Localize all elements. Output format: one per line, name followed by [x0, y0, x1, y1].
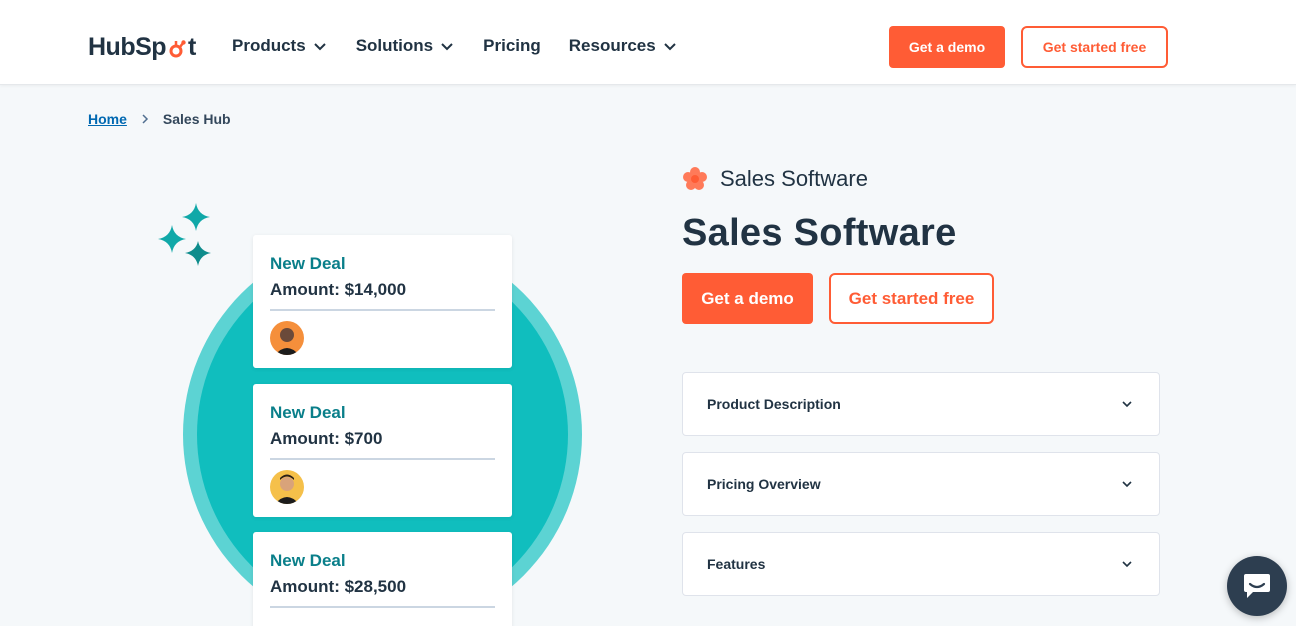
header-get-demo-button[interactable]: Get a demo	[889, 26, 1005, 68]
avatar	[270, 321, 304, 355]
chevron-down-icon	[313, 43, 326, 51]
chat-bubble-icon	[1244, 574, 1270, 598]
get-demo-button[interactable]: Get a demo	[682, 273, 813, 324]
accordion-label: Features	[707, 556, 766, 572]
accordion-pricing-overview[interactable]: Pricing Overview	[682, 452, 1160, 516]
accordion-label: Product Description	[707, 396, 841, 412]
chevron-down-icon	[1122, 401, 1132, 408]
breadcrumb: Home Sales Hub	[88, 111, 231, 127]
breadcrumb-home-link[interactable]: Home	[88, 111, 127, 127]
deal-card: New Deal Amount: $14,000	[253, 235, 512, 368]
deal-amount: Amount: $700	[270, 429, 495, 460]
chevron-down-icon	[1122, 561, 1132, 568]
chevron-down-icon	[1122, 481, 1132, 488]
nav-label: Products	[232, 36, 306, 55]
accordion-features[interactable]: Features	[682, 532, 1160, 596]
nav-item-pricing[interactable]: Pricing	[483, 36, 541, 56]
nav-item-solutions[interactable]: Solutions	[356, 36, 455, 56]
breadcrumb-current: Sales Hub	[162, 111, 231, 127]
main-nav: Products Solutions Pricing Resources	[232, 36, 678, 56]
accordion-label: Pricing Overview	[707, 476, 821, 492]
deal-title: New Deal	[270, 254, 346, 273]
avatar	[270, 470, 304, 504]
sprocket-icon	[167, 37, 187, 58]
sparkle-icon	[158, 203, 211, 266]
deal-card: New Deal Amount: $28,500	[253, 532, 512, 626]
nav-label: Pricing	[483, 36, 541, 55]
chat-launcher-button[interactable]	[1227, 556, 1287, 616]
chevron-down-icon	[663, 43, 676, 51]
deal-title: New Deal	[270, 551, 346, 570]
get-started-free-button[interactable]: Get started free	[829, 273, 994, 324]
site-header: HubSp t Products Solutions Pricing Resou…	[0, 0, 1296, 85]
logo-text-end: t	[188, 32, 196, 61]
product-eyebrow: Sales Software	[682, 166, 868, 192]
eyebrow-label: Sales Software	[720, 166, 868, 191]
header-get-started-free-button[interactable]: Get started free	[1021, 26, 1168, 68]
deal-title: New Deal	[270, 403, 346, 422]
nav-item-products[interactable]: Products	[232, 36, 328, 56]
sales-hub-flower-icon	[683, 167, 707, 190]
deals-illustration: New Deal Amount: $14,000 New Deal Amount…	[150, 185, 610, 626]
nav-label: Resources	[568, 36, 656, 55]
deal-amount: Amount: $14,000	[270, 280, 495, 311]
deal-card: New Deal Amount: $700	[253, 384, 512, 517]
chevron-right-icon	[142, 114, 148, 124]
page-title: Sales Software	[682, 212, 957, 254]
deal-amount: Amount: $28,500	[270, 577, 495, 608]
accordion-product-description[interactable]: Product Description	[682, 372, 1160, 436]
nav-label: Solutions	[355, 36, 434, 55]
hubspot-logo[interactable]: HubSp t	[88, 31, 196, 63]
nav-item-resources[interactable]: Resources	[569, 36, 678, 56]
logo-text-start: HubSp	[88, 32, 167, 61]
chevron-down-icon	[441, 43, 453, 51]
